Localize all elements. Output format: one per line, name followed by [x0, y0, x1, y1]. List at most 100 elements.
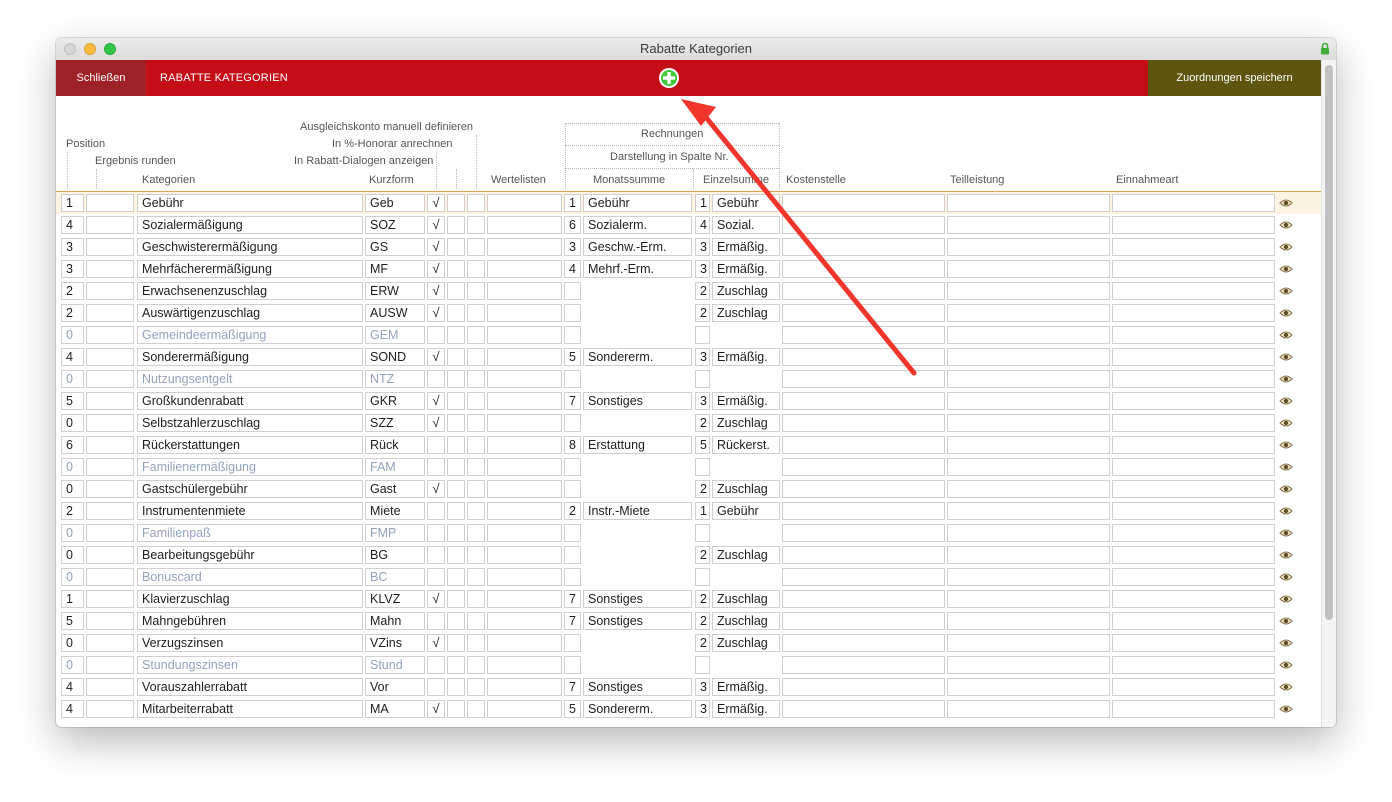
honorar-checkbox[interactable]: [447, 634, 465, 652]
rabatt-dialogen-checkbox[interactable]: √: [427, 260, 445, 278]
rabatt-dialogen-checkbox[interactable]: √: [427, 216, 445, 234]
einzelsumme-nr-cell[interactable]: [695, 568, 710, 586]
kategorie-cell[interactable]: Stundungszinsen: [137, 656, 363, 674]
einnahmeart-field[interactable]: [1112, 524, 1275, 542]
kurzform-cell[interactable]: GS: [365, 238, 425, 256]
monatssumme-nr-cell[interactable]: 7: [564, 612, 581, 630]
rabatt-dialogen-checkbox[interactable]: [427, 458, 445, 476]
teilleistung-field[interactable]: [947, 414, 1110, 432]
eye-icon[interactable]: [1279, 682, 1293, 692]
einzelsumme-text-cell[interactable]: Sozial.: [712, 216, 780, 234]
position-cell[interactable]: 2: [61, 502, 84, 520]
position-cell[interactable]: 0: [61, 370, 84, 388]
kostenstelle-field[interactable]: [782, 260, 945, 278]
eye-icon[interactable]: [1279, 242, 1293, 252]
teilleistung-field[interactable]: [947, 370, 1110, 388]
kategorie-cell[interactable]: Vorauszahlerrabatt: [137, 678, 363, 696]
einzelsumme-text-cell[interactable]: Zuschlag: [712, 282, 780, 300]
einzelsumme-nr-cell[interactable]: 3: [695, 238, 710, 256]
table-row[interactable]: 3 Geschwisterermäßigung GS √ 3 Geschw.-Erm. 3 E…: [56, 236, 1321, 258]
monatssumme-text-cell[interactable]: Geschw.-Erm.: [583, 238, 692, 256]
kostenstelle-field[interactable]: [782, 370, 945, 388]
kategorie-cell[interactable]: Instrumentenmiete: [137, 502, 363, 520]
einnahmeart-field[interactable]: [1112, 634, 1275, 652]
rabatt-dialogen-checkbox[interactable]: [427, 436, 445, 454]
eye-icon[interactable]: [1279, 418, 1293, 428]
einzelsumme-nr-cell[interactable]: 4: [695, 216, 710, 234]
kostenstelle-field[interactable]: [782, 194, 945, 212]
rabatt-dialogen-checkbox[interactable]: [427, 678, 445, 696]
add-plus-icon[interactable]: [658, 67, 680, 89]
table-row[interactable]: 0 Stundungszinsen Stund: [56, 654, 1321, 676]
rabatt-dialogen-checkbox[interactable]: [427, 612, 445, 630]
kostenstelle-field[interactable]: [782, 502, 945, 520]
teilleistung-field[interactable]: [947, 590, 1110, 608]
teilleistung-field[interactable]: [947, 524, 1110, 542]
position-cell[interactable]: 0: [61, 634, 84, 652]
table-row[interactable]: 0 Gemeindeermäßigung GEM: [56, 324, 1321, 346]
monatssumme-text-cell[interactable]: Sonstiges: [583, 590, 692, 608]
table-row[interactable]: 0 Selbstzahlerzuschlag SZZ √ 2 Zuschlag: [56, 412, 1321, 434]
table-row[interactable]: 1 Gebühr Geb √ 1 Gebühr 1 Gebühr: [56, 192, 1321, 214]
ausgleichskonto-checkbox[interactable]: [467, 414, 485, 432]
eye-icon[interactable]: [1279, 220, 1293, 230]
honorar-checkbox[interactable]: [447, 238, 465, 256]
monatssumme-nr-cell[interactable]: 2: [564, 502, 581, 520]
einzelsumme-nr-cell[interactable]: 2: [695, 414, 710, 432]
kategorie-cell[interactable]: Gemeindeermäßigung: [137, 326, 363, 344]
kategorie-cell[interactable]: Großkundenrabatt: [137, 392, 363, 410]
einnahmeart-field[interactable]: [1112, 304, 1275, 322]
kurzform-cell[interactable]: FMP: [365, 524, 425, 542]
honorar-checkbox[interactable]: [447, 326, 465, 344]
wertelisten-cell[interactable]: [487, 634, 562, 652]
ergebnis-runden-cell[interactable]: [86, 546, 134, 564]
monatssumme-nr-cell[interactable]: [564, 568, 581, 586]
close-button[interactable]: Schließen: [56, 60, 146, 96]
table-row[interactable]: 2 Auswärtigenzuschlag AUSW √ 2 Zuschlag: [56, 302, 1321, 324]
einnahmeart-field[interactable]: [1112, 590, 1275, 608]
table-row[interactable]: 3 Mehrfächerermäßigung MF √ 4 Mehrf.-Erm. 3 Erm…: [56, 258, 1321, 280]
rabatt-dialogen-checkbox[interactable]: √: [427, 590, 445, 608]
position-cell[interactable]: 4: [61, 348, 84, 366]
ausgleichskonto-checkbox[interactable]: [467, 524, 485, 542]
kurzform-cell[interactable]: SOND: [365, 348, 425, 366]
monatssumme-text-cell[interactable]: Sonstiges: [583, 392, 692, 410]
monatssumme-text-cell[interactable]: Sozialerm.: [583, 216, 692, 234]
ausgleichskonto-checkbox[interactable]: [467, 282, 485, 300]
einzelsumme-nr-cell[interactable]: 2: [695, 304, 710, 322]
honorar-checkbox[interactable]: [447, 414, 465, 432]
ergebnis-runden-cell[interactable]: [86, 304, 134, 322]
kategorie-cell[interactable]: Gebühr: [137, 194, 363, 212]
kategorie-cell[interactable]: Bearbeitungsgebühr: [137, 546, 363, 564]
honorar-checkbox[interactable]: [447, 502, 465, 520]
ausgleichskonto-checkbox[interactable]: [467, 436, 485, 454]
einnahmeart-field[interactable]: [1112, 370, 1275, 388]
kurzform-cell[interactable]: BC: [365, 568, 425, 586]
rabatt-dialogen-checkbox[interactable]: √: [427, 414, 445, 432]
ergebnis-runden-cell[interactable]: [86, 326, 134, 344]
kategorie-cell[interactable]: Geschwisterermäßigung: [137, 238, 363, 256]
wertelisten-cell[interactable]: [487, 436, 562, 454]
kategorie-cell[interactable]: Erwachsenenzuschlag: [137, 282, 363, 300]
ausgleichskonto-checkbox[interactable]: [467, 260, 485, 278]
rabatt-dialogen-checkbox[interactable]: √: [427, 392, 445, 410]
eye-icon[interactable]: [1279, 594, 1293, 604]
wertelisten-cell[interactable]: [487, 194, 562, 212]
monatssumme-nr-cell[interactable]: [564, 414, 581, 432]
einnahmeart-field[interactable]: [1112, 260, 1275, 278]
wertelisten-cell[interactable]: [487, 590, 562, 608]
monatssumme-nr-cell[interactable]: [564, 304, 581, 322]
kostenstelle-field[interactable]: [782, 392, 945, 410]
monatssumme-text-cell[interactable]: Sonstiges: [583, 678, 692, 696]
honorar-checkbox[interactable]: [447, 524, 465, 542]
rabatt-dialogen-checkbox[interactable]: √: [427, 700, 445, 718]
teilleistung-field[interactable]: [947, 700, 1110, 718]
eye-icon[interactable]: [1279, 374, 1293, 384]
wertelisten-cell[interactable]: [487, 348, 562, 366]
monatssumme-nr-cell[interactable]: 7: [564, 392, 581, 410]
kurzform-cell[interactable]: Vor: [365, 678, 425, 696]
table-row[interactable]: 0 Familienpaß FMP: [56, 522, 1321, 544]
kostenstelle-field[interactable]: [782, 304, 945, 322]
honorar-checkbox[interactable]: [447, 194, 465, 212]
table-row[interactable]: 1 Klavierzuschlag KLVZ √ 7 Sonstiges 2 Zuschlag: [56, 588, 1321, 610]
